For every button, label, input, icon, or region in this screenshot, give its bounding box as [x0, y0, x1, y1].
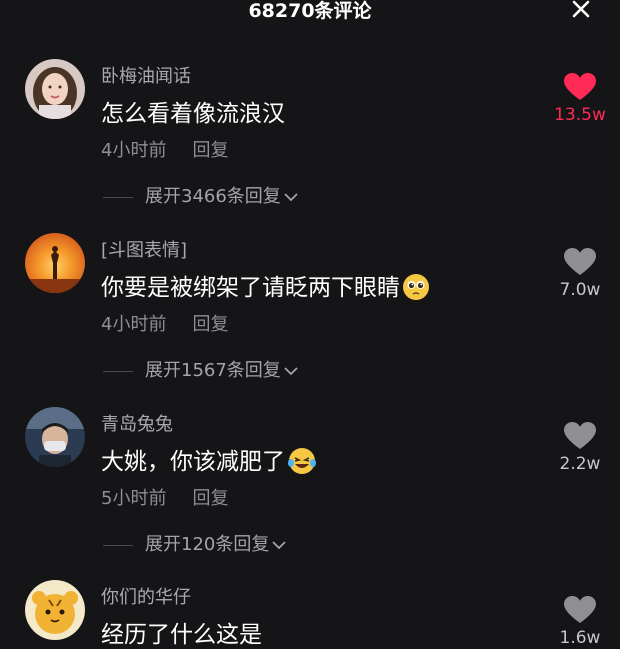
- avatar[interactable]: [25, 580, 85, 640]
- comments-count-title: 68270条评论: [248, 0, 372, 22]
- like-button[interactable]: 13.5w: [548, 73, 612, 125]
- expand-replies-label: 展开120条回复: [145, 534, 270, 555]
- expand-replies-button[interactable]: 展开3466条回复: [103, 182, 299, 208]
- divider: [103, 196, 133, 198]
- like-button[interactable]: 1.6w: [548, 596, 612, 648]
- reply-button[interactable]: 回复: [192, 314, 228, 335]
- expand-replies-label: 展开1567条回复: [145, 360, 281, 381]
- username[interactable]: 青岛兔兔: [101, 410, 173, 436]
- heart-icon: [564, 73, 596, 100]
- username[interactable]: 你们的华仔: [101, 583, 191, 609]
- expand-replies-button[interactable]: 展开120条回复: [103, 530, 287, 556]
- expand-replies-button[interactable]: 展开1567条回复: [103, 356, 299, 382]
- chevron-down-icon: [284, 193, 298, 202]
- like-count: 2.2w: [559, 454, 601, 474]
- comment-text: 大姚，你该减肥了: [101, 442, 317, 481]
- avatar[interactable]: [25, 233, 85, 293]
- comment-meta: 5小时前 回复: [101, 484, 228, 510]
- like-count: 1.6w: [559, 628, 601, 648]
- timestamp: 4小时前: [101, 314, 167, 335]
- pleading-face-icon: [402, 273, 430, 307]
- heart-icon: [564, 248, 596, 275]
- like-button[interactable]: 7.0w: [548, 248, 612, 300]
- heart-icon: [564, 422, 596, 449]
- comment-meta: 4小时前 回复: [101, 310, 228, 336]
- close-icon[interactable]: [570, 0, 592, 20]
- reply-button[interactable]: 回复: [192, 140, 228, 161]
- comment-text-content: 大姚，你该减肥了: [101, 449, 285, 475]
- like-count: 7.0w: [559, 280, 601, 300]
- comment-meta: 4小时前 回复: [101, 136, 228, 162]
- timestamp: 5小时前: [101, 488, 167, 509]
- heart-icon: [564, 596, 596, 623]
- expand-replies-label: 展开3466条回复: [145, 186, 281, 207]
- comment-text: 怎么看着像流浪汉: [101, 101, 285, 127]
- username[interactable]: [斗图表情]: [101, 236, 187, 262]
- comment-text: 你要是被绑架了请眨两下眼睛: [101, 268, 430, 307]
- divider: [103, 370, 133, 372]
- comments-header: 68270条评论: [0, 0, 620, 24]
- timestamp: 4小时前: [101, 140, 167, 161]
- chevron-down-icon: [284, 367, 298, 376]
- divider: [103, 544, 133, 546]
- username[interactable]: 卧梅油闻话: [101, 62, 191, 88]
- like-count: 13.5w: [554, 105, 606, 125]
- reply-button[interactable]: 回复: [192, 488, 228, 509]
- comment-text-content: 你要是被绑架了请眨两下眼睛: [101, 275, 400, 301]
- comment-text: 经历了什么这是: [101, 622, 262, 648]
- laughing-tears-face-icon: [287, 447, 317, 481]
- avatar[interactable]: [25, 59, 85, 119]
- chevron-down-icon: [272, 541, 286, 550]
- avatar[interactable]: [25, 407, 85, 467]
- like-button[interactable]: 2.2w: [548, 422, 612, 474]
